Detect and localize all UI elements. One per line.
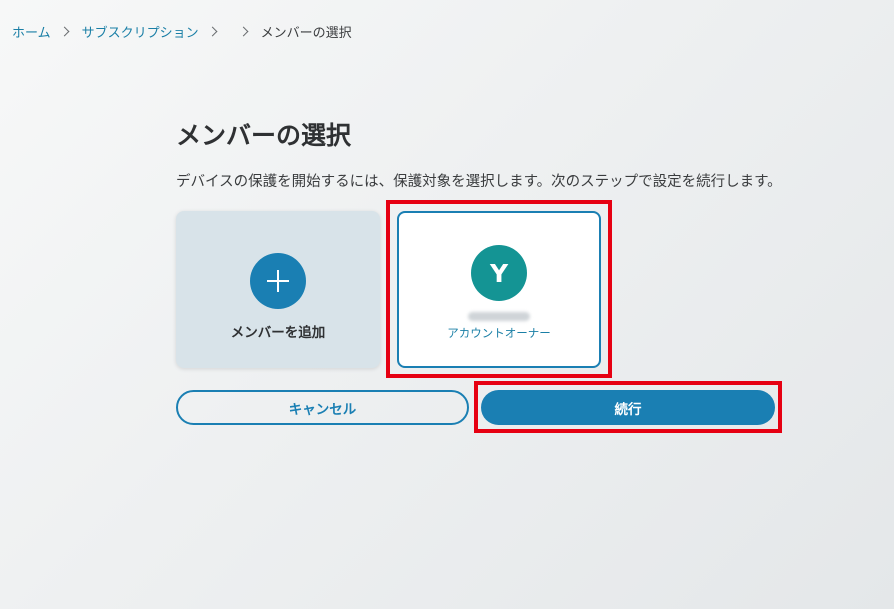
plus-icon — [250, 253, 306, 309]
chevron-right-icon — [238, 26, 249, 36]
cancel-button[interactable]: キャンセル — [176, 390, 469, 425]
page-description: デバイスの保護を開始するには、保護対象を選択します。次のステップで設定を続行しま… — [176, 174, 782, 190]
member-card[interactable]: Y アカウントオーナー — [397, 211, 601, 368]
chevron-right-icon — [59, 26, 70, 36]
continue-button[interactable]: 続行 — [481, 390, 775, 425]
member-name-redacted — [468, 312, 530, 321]
chevron-right-icon — [207, 26, 218, 36]
breadcrumb-home-link[interactable]: ホーム — [12, 22, 51, 41]
breadcrumb: ホーム サブスクリプション メンバーの選択 — [12, 22, 352, 41]
add-member-label: メンバーを追加 — [230, 325, 326, 341]
page-title: メンバーの選択 — [176, 121, 352, 150]
breadcrumb-subscription-link[interactable]: サブスクリプション — [82, 22, 199, 41]
add-member-card[interactable]: メンバーを追加 — [176, 211, 380, 368]
avatar: Y — [471, 245, 527, 301]
member-role: アカウントオーナー — [447, 326, 551, 340]
breadcrumb-current: メンバーの選択 — [260, 25, 352, 41]
